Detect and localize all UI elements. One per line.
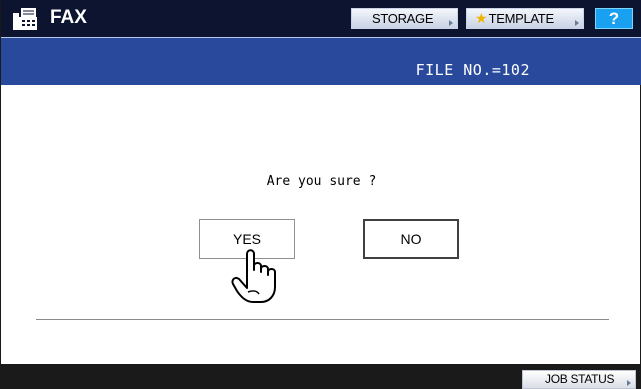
star-icon: ★ [475,10,488,26]
arrow-right-icon [627,380,631,386]
template-button[interactable]: ★TEMPLATE [466,8,584,29]
template-button-label: TEMPLATE [488,11,555,26]
arrow-right-icon [575,20,579,26]
storage-button-label: STORAGE [372,11,434,26]
app-title: FAX [50,7,87,28]
job-status-button[interactable]: JOB STATUS [522,370,636,389]
no-button[interactable]: NO [363,219,459,259]
storage-button[interactable]: STORAGE [351,8,458,29]
screen-frame: FAX STORAGE ★TEMPLATE ? FILE NO.=102 Are… [0,0,641,389]
fax-machine-icon [13,8,37,30]
help-button[interactable]: ? [595,8,633,29]
info-bar: FILE NO.=102 [1,37,641,85]
hand-pointer-icon [231,249,276,303]
divider [36,319,609,320]
confirm-prompt: Are you sure ? [266,174,377,189]
file-number: FILE NO.=102 [415,61,530,79]
job-status-label: JOB STATUS [545,372,615,386]
arrow-right-icon [449,20,453,26]
title-bar: FAX STORAGE ★TEMPLATE ? [1,0,641,37]
